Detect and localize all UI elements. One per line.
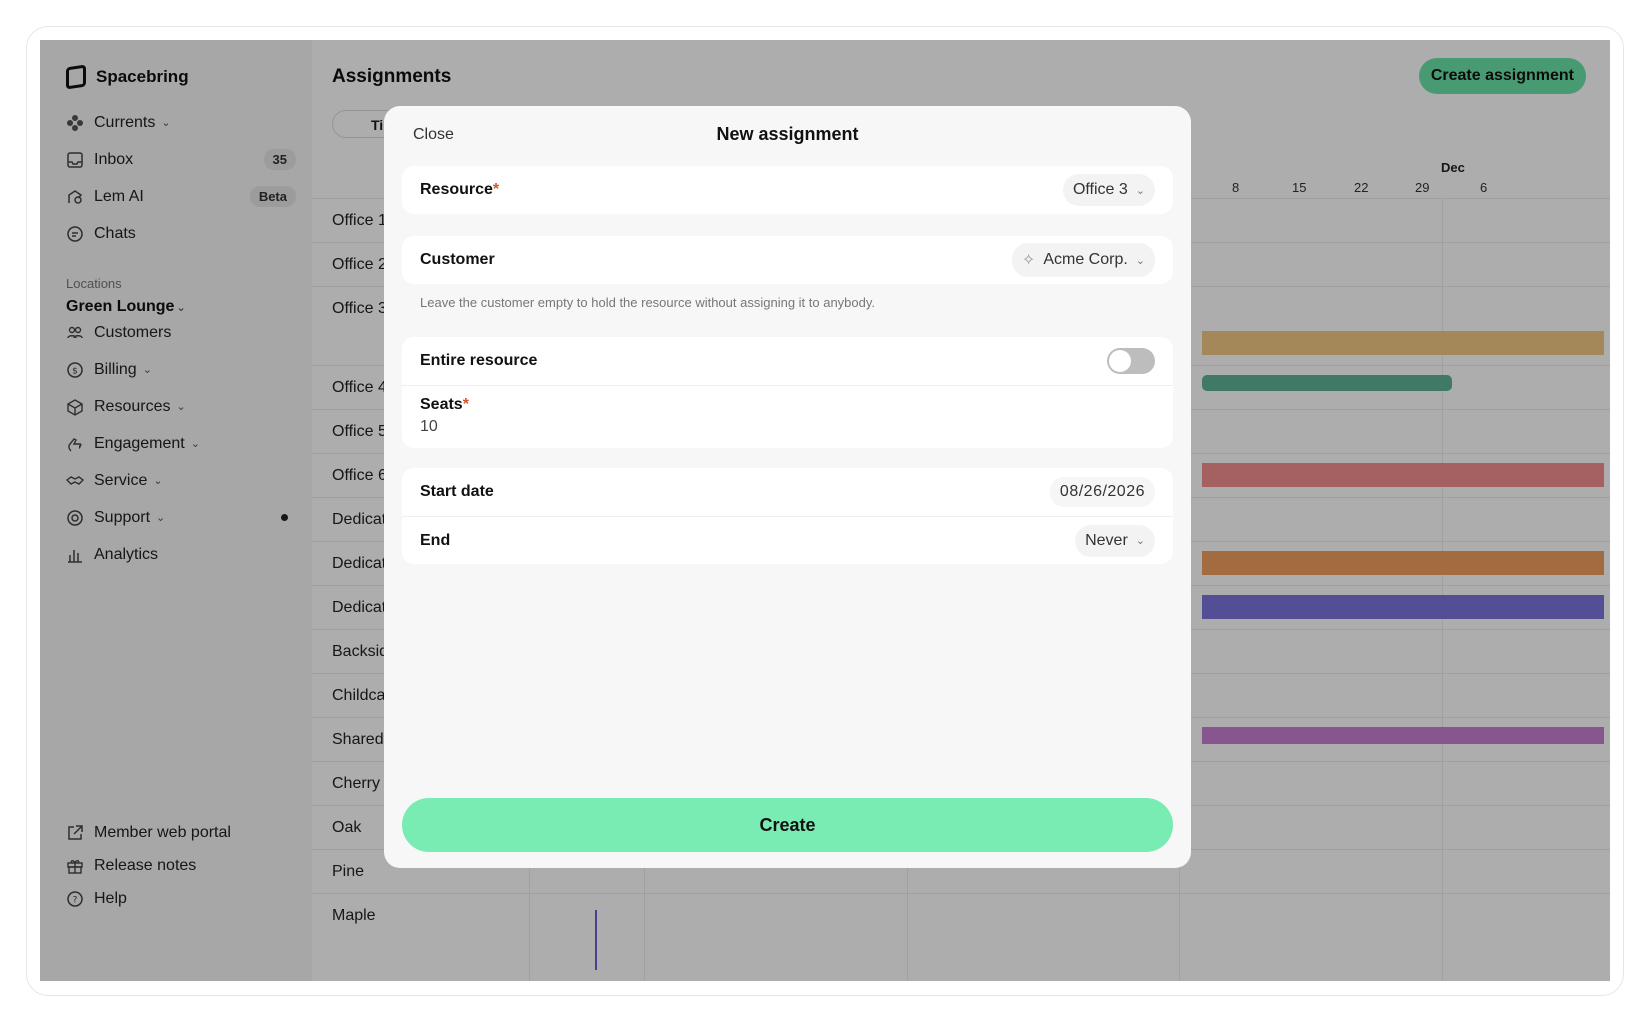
chevron-down-icon: ⌄ — [1135, 184, 1145, 197]
required-marker: * — [462, 396, 469, 413]
end-value: Never — [1085, 531, 1128, 549]
end-field: End Never ⌄ — [402, 516, 1173, 564]
customer-select[interactable]: ✧ Acme Corp. ⌄ — [1011, 243, 1155, 277]
seats-field[interactable]: Seats* 10 — [402, 385, 1173, 448]
chevron-down-icon: ⌄ — [1135, 535, 1145, 547]
resource-card: Resource * Office 3 ⌄ — [402, 166, 1173, 214]
modal-title: New assignment — [716, 124, 859, 144]
end-label: End — [420, 531, 451, 549]
customer-value: Acme Corp. — [1043, 251, 1128, 268]
start-date-field: Start date 08/26/2026 — [402, 468, 1173, 516]
resource-value: Office 3 — [1072, 181, 1128, 198]
new-assignment-modal: Close New assignment Resource * Office 3 … — [384, 106, 1191, 868]
start-date-label: Start date — [420, 483, 494, 500]
seats-card: Entire resource Seats* 10 — [402, 337, 1173, 448]
customer-field: Customer ✧ Acme Corp. ⌄ — [402, 236, 1173, 284]
dates-card: Start date 08/26/2026 End Never ⌄ — [402, 468, 1173, 564]
start-date-input[interactable]: 08/26/2026 — [1049, 477, 1155, 507]
chevron-down-icon: ⌄ — [1135, 254, 1145, 267]
customer-label: Customer — [420, 251, 495, 268]
resource-label: Resource — [420, 181, 493, 198]
seats-label: Seats — [420, 396, 463, 413]
customer-hint: Leave the customer empty to hold the res… — [420, 295, 876, 310]
entire-resource-field: Entire resource — [402, 337, 1173, 385]
sparkle-icon: ✧ — [1021, 252, 1036, 269]
resource-field: Resource * Office 3 ⌄ — [402, 166, 1173, 214]
create-button[interactable]: Create — [402, 798, 1173, 852]
seats-input[interactable]: 10 — [420, 418, 1155, 436]
customer-card: Customer ✧ Acme Corp. ⌄ — [402, 236, 1173, 284]
entire-resource-label: Entire resource — [420, 352, 538, 369]
entire-resource-toggle[interactable] — [1107, 348, 1155, 374]
end-select[interactable]: Never ⌄ — [1075, 524, 1155, 557]
resource-select[interactable]: Office 3 ⌄ — [1062, 174, 1155, 206]
required-marker: * — [492, 181, 500, 198]
